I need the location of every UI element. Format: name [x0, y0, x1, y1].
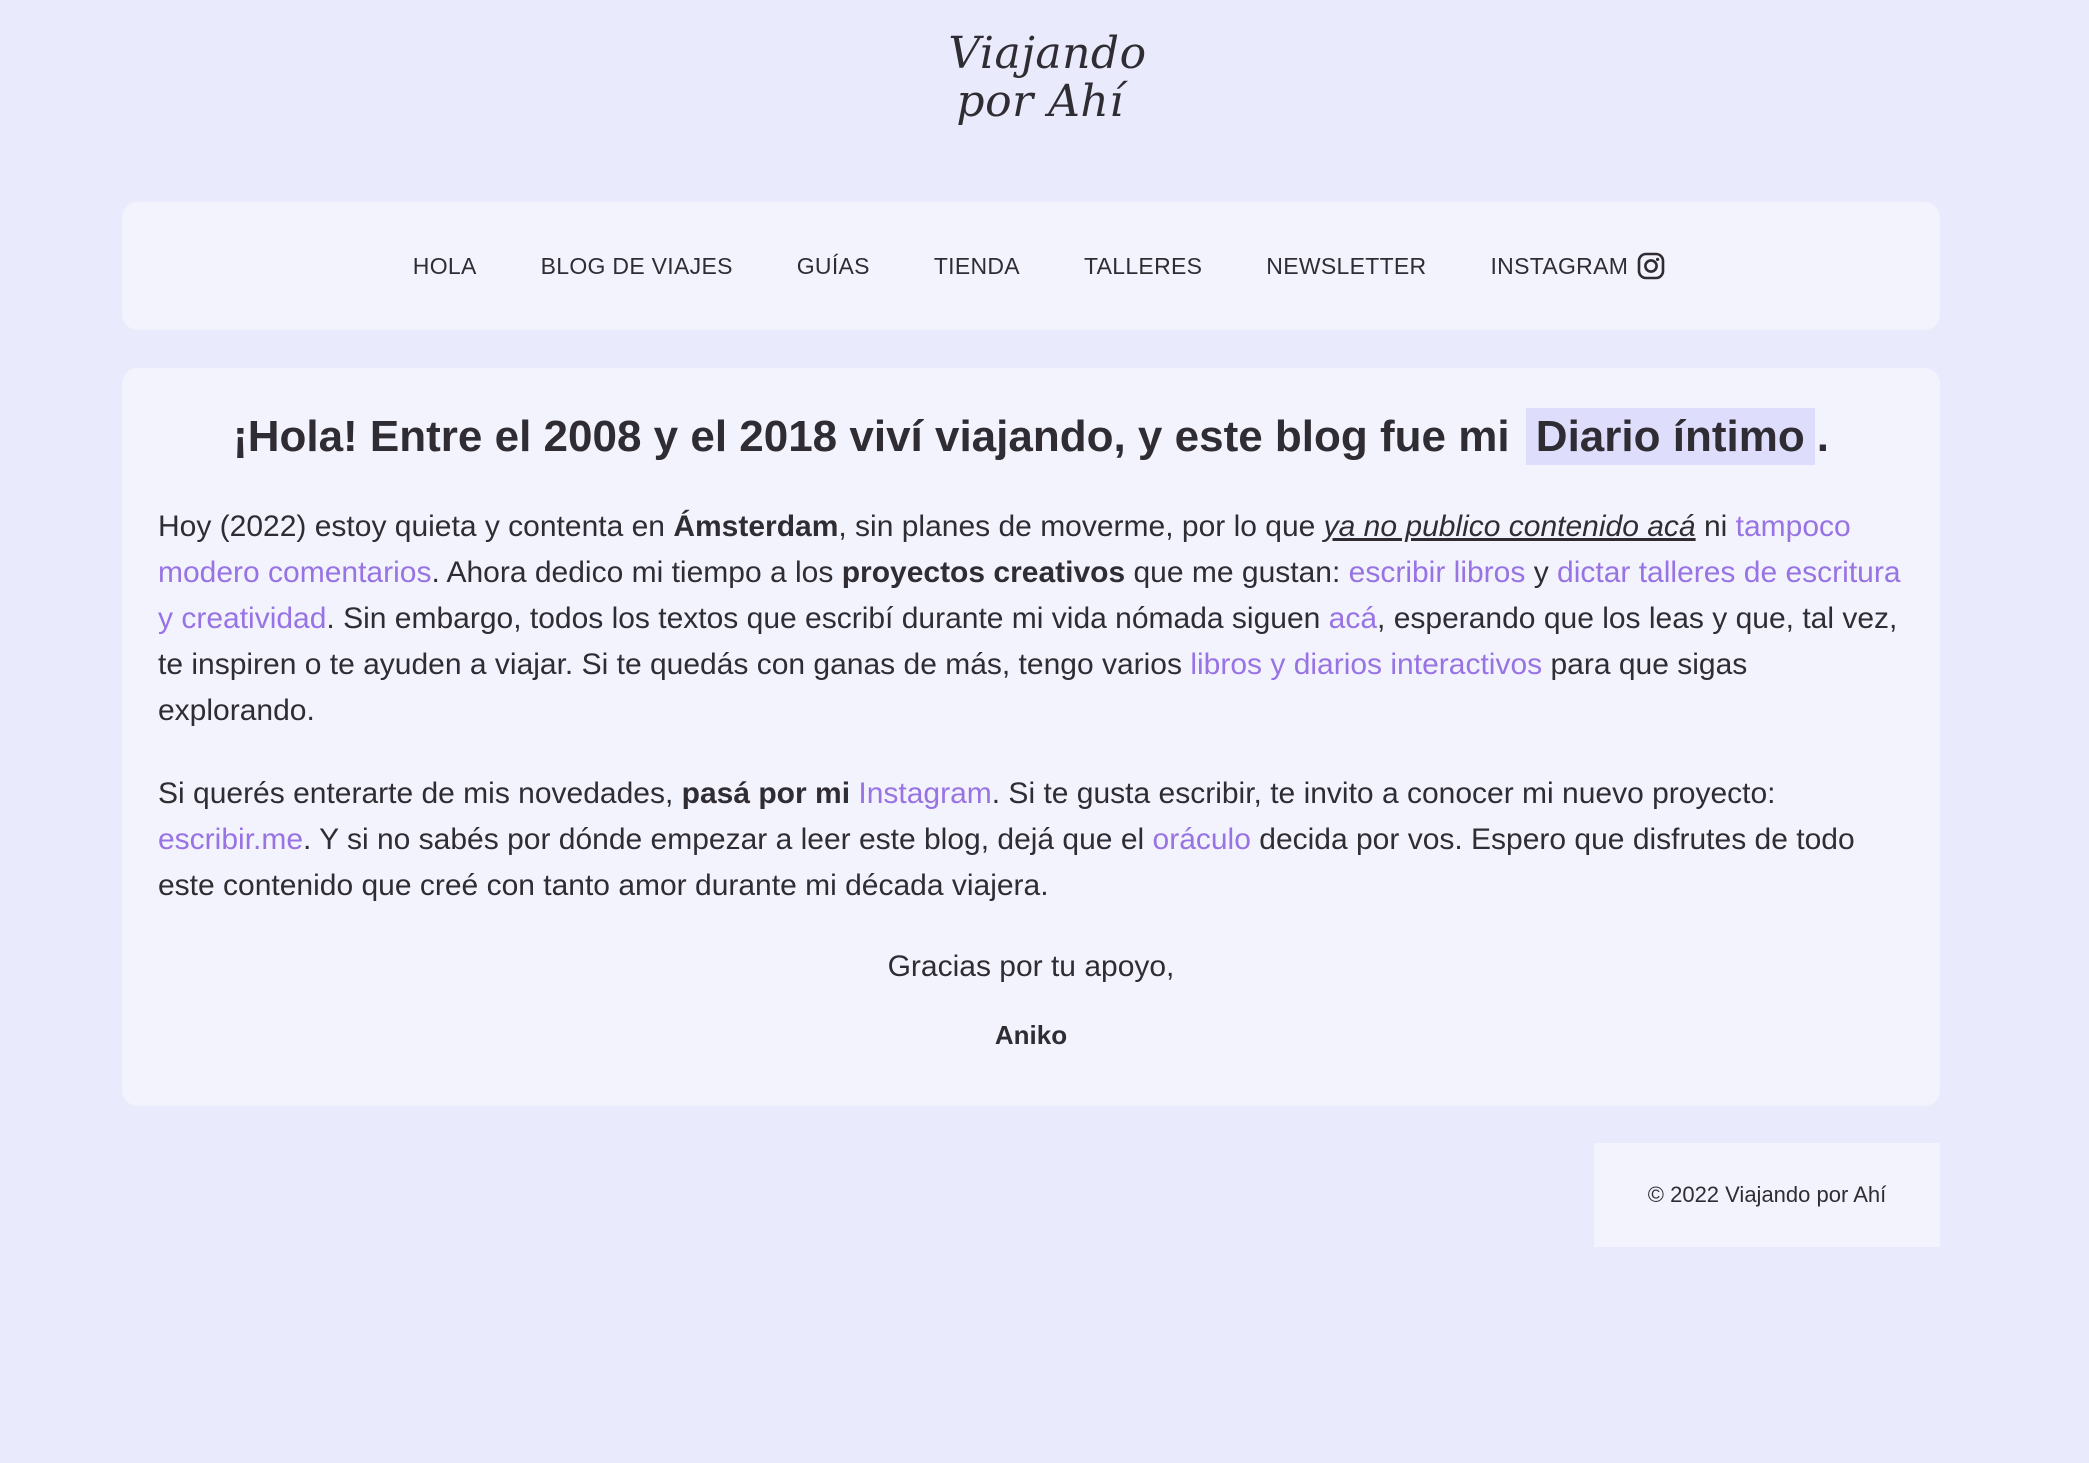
nav-item-instagram[interactable]: INSTAGRAM — [1490, 252, 1665, 280]
text-segment: ni — [1695, 510, 1736, 543]
nav-item-newsletter[interactable]: NEWSLETTER — [1266, 253, 1426, 280]
title-highlight: Diario íntimo — [1525, 408, 1815, 465]
text-segment: . Sin embargo, todos los textos que escr… — [326, 602, 1329, 635]
nav-item-label: TALLERES — [1083, 252, 1203, 279]
underlined-notice: ya no publico contenido acá — [1323, 510, 1696, 543]
nav-item-label: GUÍAS — [796, 252, 870, 279]
site-logo[interactable]: Viajando por Ahí — [0, 30, 2089, 126]
link-escribir-me[interactable]: escribir.me — [158, 823, 303, 856]
text-segment: Hoy (2022) estoy quieta y contenta en — [158, 510, 674, 543]
title-text: ¡Hola! Entre el 2008 y el 2018 viví viaj… — [233, 412, 1510, 461]
link-books[interactable]: escribir libros — [1349, 556, 1526, 589]
title-end: . — [1816, 412, 1829, 461]
instagram-icon — [1637, 252, 1665, 280]
copyright-text: © 2022 Viajando por Ahí — [1647, 1182, 1887, 1207]
page-title: ¡Hola! Entre el 2008 y el 2018 viví viaj… — [158, 402, 1904, 472]
news-paragraph: Si querés enterarte de mis novedades, pa… — [158, 771, 1904, 909]
link-instagram[interactable]: Instagram — [858, 777, 991, 810]
nav-item-label: NEWSLETTER — [1266, 252, 1427, 279]
bold-projects: proyectos creativos — [841, 556, 1126, 589]
nav-item-label: INSTAGRAM — [1490, 252, 1629, 279]
text-segment: . Si te gusta escribir, te invito a cono… — [991, 777, 1776, 810]
nav-item-blog-de-viajes[interactable]: BLOG DE VIAJES — [541, 253, 733, 280]
main-navigation: HOLA BLOG DE VIAJES GUÍAS TIENDA TALLERE… — [122, 202, 1940, 330]
logo-line-2: por Ahí — [956, 76, 1124, 127]
nav-item-tienda[interactable]: TIENDA — [934, 253, 1020, 280]
text-segment: . Y si no sabés por dónde empezar a leer… — [303, 823, 1153, 856]
link-aca[interactable]: acá — [1329, 602, 1377, 635]
nav-item-talleres[interactable]: TALLERES — [1084, 253, 1202, 280]
text-segment: , sin planes de moverme, por lo que — [838, 510, 1324, 543]
text-segment: que me gustan: — [1125, 556, 1349, 589]
thanks-text: Gracias por tu apoyo, — [887, 950, 1175, 983]
nav-item-label: TIENDA — [933, 252, 1020, 279]
welcome-card: ¡Hola! Entre el 2008 y el 2018 viví viaj… — [122, 368, 1940, 1106]
text-segment: y — [1525, 556, 1558, 589]
signature: Aniko — [994, 1020, 1068, 1050]
link-interactive-diaries[interactable]: libros y diarios interactivos — [1190, 648, 1542, 681]
nav-item-label: HOLA — [412, 252, 477, 279]
footer: © 2022 Viajando por Ahí — [1594, 1143, 1940, 1247]
text-segment: . Ahora dedico mi tiempo a los — [431, 556, 842, 589]
bold-amsterdam: Ámsterdam — [673, 510, 839, 543]
nav-list: HOLA BLOG DE VIAJES GUÍAS TIENDA TALLERE… — [413, 252, 1665, 280]
nav-item-label: BLOG DE VIAJES — [540, 252, 733, 279]
nav-item-hola[interactable]: HOLA — [413, 253, 477, 280]
text-segment: Si querés enterarte de mis novedades, — [158, 777, 682, 810]
logo-line-1: Viajando — [948, 28, 1147, 79]
logo-text: Viajando por Ahí — [948, 30, 1146, 126]
bold-pasa: pasá por mi — [681, 777, 851, 810]
nav-item-guias[interactable]: GUÍAS — [797, 253, 870, 280]
link-oracle[interactable]: oráculo — [1153, 823, 1251, 856]
intro-paragraph: Hoy (2022) estoy quieta y contenta en Ám… — [158, 504, 1904, 734]
